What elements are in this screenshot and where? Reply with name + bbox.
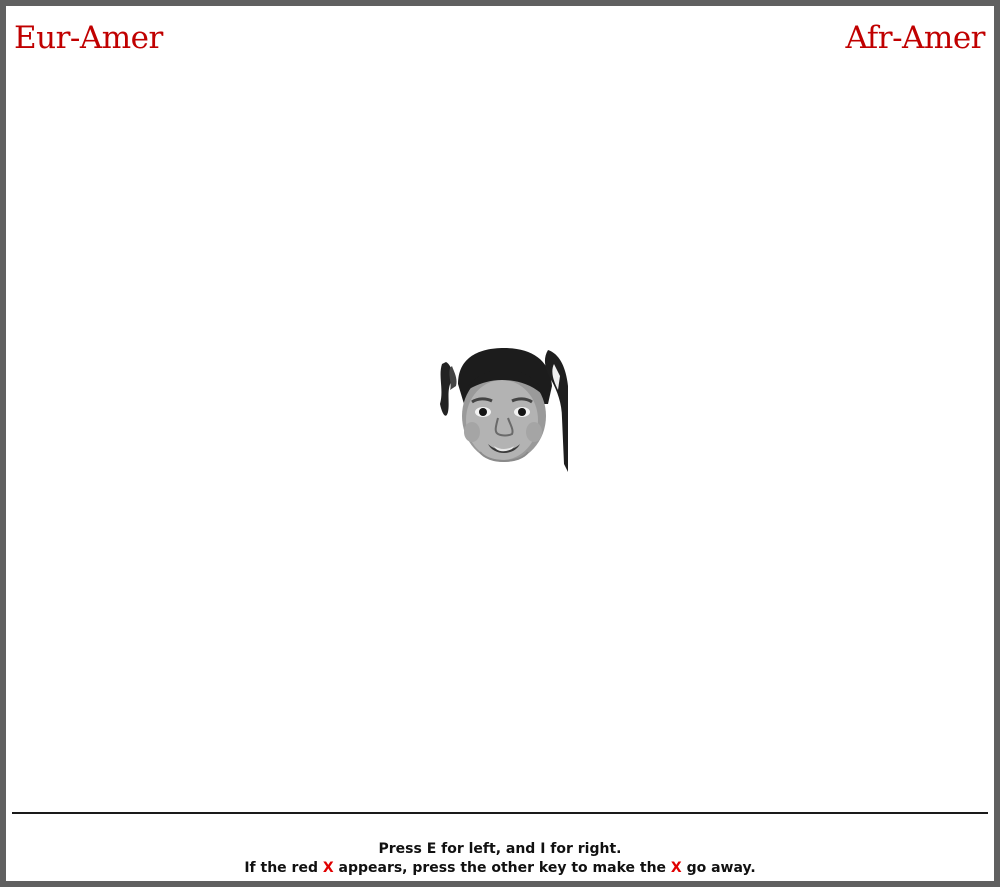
instruction-line-2-middle: appears, press the other key to make the [333, 860, 671, 876]
task-frame: Eur-Amer Afr-Amer Press E for left, and … [0, 0, 1000, 887]
stimulus-face-image [436, 346, 568, 474]
instruction-divider [12, 812, 988, 814]
child-face-icon [440, 348, 568, 472]
instruction-line-2: If the red X appears, press the other ke… [12, 859, 988, 878]
red-x-mark: X [670, 860, 682, 876]
instruction-line-1: Press E for left, and I for right. [378, 841, 622, 857]
red-x-mark: X [322, 860, 334, 876]
instruction-line-2-start: If the red [244, 860, 323, 876]
left-category-label: Eur-Amer [14, 20, 163, 56]
right-category-label: Afr-Amer [845, 20, 985, 56]
instruction-line-2-end: go away. [681, 860, 756, 876]
instructions-panel: Press E for left, and I for right. If th… [12, 840, 988, 878]
